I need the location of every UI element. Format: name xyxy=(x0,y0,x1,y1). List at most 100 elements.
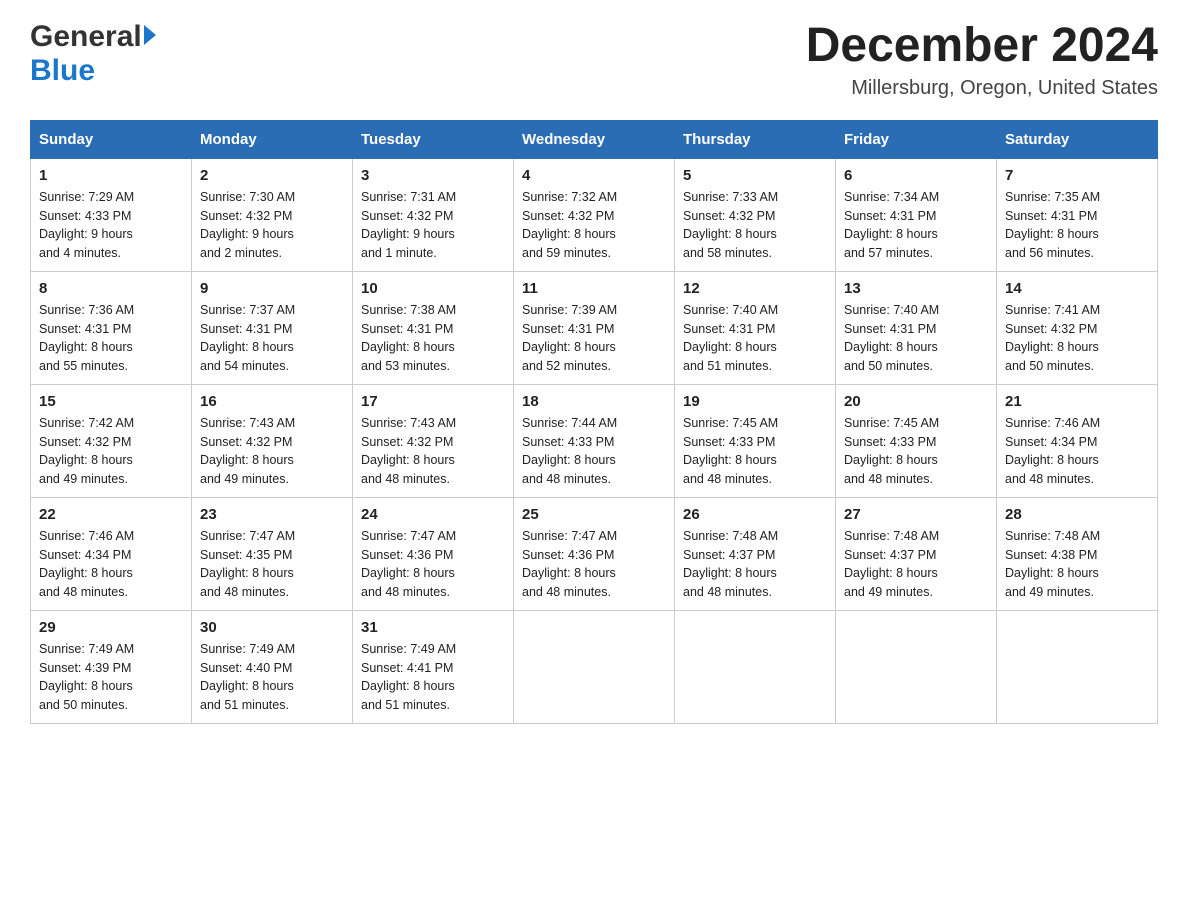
calendar-cell: 17 Sunrise: 7:43 AMSunset: 4:32 PMDaylig… xyxy=(353,384,514,497)
calendar-cell: 3 Sunrise: 7:31 AMSunset: 4:32 PMDayligh… xyxy=(353,158,514,271)
day-number: 29 xyxy=(39,619,183,636)
month-title: December 2024 xyxy=(806,20,1158,73)
day-info: Sunrise: 7:32 AMSunset: 4:32 PMDaylight:… xyxy=(522,188,666,263)
day-number: 21 xyxy=(1005,393,1149,410)
week-row-4: 22 Sunrise: 7:46 AMSunset: 4:34 PMDaylig… xyxy=(31,497,1158,610)
logo-blue: Blue xyxy=(30,54,95,87)
logo-arrow-icon xyxy=(144,25,156,45)
day-number: 24 xyxy=(361,506,505,523)
calendar-cell: 23 Sunrise: 7:47 AMSunset: 4:35 PMDaylig… xyxy=(192,497,353,610)
day-number: 23 xyxy=(200,506,344,523)
day-info: Sunrise: 7:40 AMSunset: 4:31 PMDaylight:… xyxy=(844,301,988,376)
day-number: 31 xyxy=(361,619,505,636)
day-info: Sunrise: 7:46 AMSunset: 4:34 PMDaylight:… xyxy=(1005,414,1149,489)
day-header-saturday: Saturday xyxy=(997,120,1158,158)
week-row-1: 1 Sunrise: 7:29 AMSunset: 4:33 PMDayligh… xyxy=(31,158,1158,271)
day-info: Sunrise: 7:29 AMSunset: 4:33 PMDaylight:… xyxy=(39,188,183,263)
day-number: 28 xyxy=(1005,506,1149,523)
day-info: Sunrise: 7:46 AMSunset: 4:34 PMDaylight:… xyxy=(39,527,183,602)
day-header-thursday: Thursday xyxy=(675,120,836,158)
day-info: Sunrise: 7:45 AMSunset: 4:33 PMDaylight:… xyxy=(683,414,827,489)
location: Millersburg, Oregon, United States xyxy=(806,77,1158,100)
day-header-monday: Monday xyxy=(192,120,353,158)
day-number: 27 xyxy=(844,506,988,523)
day-number: 17 xyxy=(361,393,505,410)
day-info: Sunrise: 7:35 AMSunset: 4:31 PMDaylight:… xyxy=(1005,188,1149,263)
day-header-tuesday: Tuesday xyxy=(353,120,514,158)
day-info: Sunrise: 7:49 AMSunset: 4:41 PMDaylight:… xyxy=(361,640,505,715)
calendar-cell: 15 Sunrise: 7:42 AMSunset: 4:32 PMDaylig… xyxy=(31,384,192,497)
day-number: 1 xyxy=(39,167,183,184)
day-info: Sunrise: 7:45 AMSunset: 4:33 PMDaylight:… xyxy=(844,414,988,489)
title-block: December 2024 Millersburg, Oregon, Unite… xyxy=(806,20,1158,100)
day-number: 30 xyxy=(200,619,344,636)
calendar-cell: 12 Sunrise: 7:40 AMSunset: 4:31 PMDaylig… xyxy=(675,271,836,384)
week-row-3: 15 Sunrise: 7:42 AMSunset: 4:32 PMDaylig… xyxy=(31,384,1158,497)
day-number: 16 xyxy=(200,393,344,410)
day-info: Sunrise: 7:39 AMSunset: 4:31 PMDaylight:… xyxy=(522,301,666,376)
day-info: Sunrise: 7:34 AMSunset: 4:31 PMDaylight:… xyxy=(844,188,988,263)
day-info: Sunrise: 7:48 AMSunset: 4:37 PMDaylight:… xyxy=(683,527,827,602)
calendar-cell xyxy=(836,610,997,723)
day-number: 22 xyxy=(39,506,183,523)
week-row-5: 29 Sunrise: 7:49 AMSunset: 4:39 PMDaylig… xyxy=(31,610,1158,723)
day-number: 26 xyxy=(683,506,827,523)
day-number: 14 xyxy=(1005,280,1149,297)
calendar-cell: 7 Sunrise: 7:35 AMSunset: 4:31 PMDayligh… xyxy=(997,158,1158,271)
calendar-cell: 26 Sunrise: 7:48 AMSunset: 4:37 PMDaylig… xyxy=(675,497,836,610)
day-number: 9 xyxy=(200,280,344,297)
day-info: Sunrise: 7:30 AMSunset: 4:32 PMDaylight:… xyxy=(200,188,344,263)
day-info: Sunrise: 7:47 AMSunset: 4:36 PMDaylight:… xyxy=(361,527,505,602)
calendar-cell: 27 Sunrise: 7:48 AMSunset: 4:37 PMDaylig… xyxy=(836,497,997,610)
calendar-cell: 18 Sunrise: 7:44 AMSunset: 4:33 PMDaylig… xyxy=(514,384,675,497)
calendar-cell: 31 Sunrise: 7:49 AMSunset: 4:41 PMDaylig… xyxy=(353,610,514,723)
day-number: 13 xyxy=(844,280,988,297)
calendar-cell xyxy=(675,610,836,723)
day-number: 7 xyxy=(1005,167,1149,184)
day-info: Sunrise: 7:42 AMSunset: 4:32 PMDaylight:… xyxy=(39,414,183,489)
calendar-cell: 13 Sunrise: 7:40 AMSunset: 4:31 PMDaylig… xyxy=(836,271,997,384)
calendar-cell: 19 Sunrise: 7:45 AMSunset: 4:33 PMDaylig… xyxy=(675,384,836,497)
day-info: Sunrise: 7:33 AMSunset: 4:32 PMDaylight:… xyxy=(683,188,827,263)
calendar-cell: 1 Sunrise: 7:29 AMSunset: 4:33 PMDayligh… xyxy=(31,158,192,271)
day-info: Sunrise: 7:48 AMSunset: 4:38 PMDaylight:… xyxy=(1005,527,1149,602)
day-number: 11 xyxy=(522,280,666,297)
day-info: Sunrise: 7:49 AMSunset: 4:39 PMDaylight:… xyxy=(39,640,183,715)
day-header-wednesday: Wednesday xyxy=(514,120,675,158)
calendar-cell: 10 Sunrise: 7:38 AMSunset: 4:31 PMDaylig… xyxy=(353,271,514,384)
calendar-cell: 4 Sunrise: 7:32 AMSunset: 4:32 PMDayligh… xyxy=(514,158,675,271)
day-number: 15 xyxy=(39,393,183,410)
calendar-cell: 8 Sunrise: 7:36 AMSunset: 4:31 PMDayligh… xyxy=(31,271,192,384)
calendar-cell xyxy=(997,610,1158,723)
day-info: Sunrise: 7:40 AMSunset: 4:31 PMDaylight:… xyxy=(683,301,827,376)
calendar-cell: 22 Sunrise: 7:46 AMSunset: 4:34 PMDaylig… xyxy=(31,497,192,610)
calendar-cell: 2 Sunrise: 7:30 AMSunset: 4:32 PMDayligh… xyxy=(192,158,353,271)
day-header-friday: Friday xyxy=(836,120,997,158)
day-info: Sunrise: 7:43 AMSunset: 4:32 PMDaylight:… xyxy=(361,414,505,489)
day-number: 6 xyxy=(844,167,988,184)
day-info: Sunrise: 7:48 AMSunset: 4:37 PMDaylight:… xyxy=(844,527,988,602)
calendar-cell: 6 Sunrise: 7:34 AMSunset: 4:31 PMDayligh… xyxy=(836,158,997,271)
calendar-cell: 14 Sunrise: 7:41 AMSunset: 4:32 PMDaylig… xyxy=(997,271,1158,384)
day-number: 4 xyxy=(522,167,666,184)
day-number: 8 xyxy=(39,280,183,297)
calendar-cell: 16 Sunrise: 7:43 AMSunset: 4:32 PMDaylig… xyxy=(192,384,353,497)
calendar-cell: 9 Sunrise: 7:37 AMSunset: 4:31 PMDayligh… xyxy=(192,271,353,384)
day-number: 20 xyxy=(844,393,988,410)
week-row-2: 8 Sunrise: 7:36 AMSunset: 4:31 PMDayligh… xyxy=(31,271,1158,384)
day-number: 25 xyxy=(522,506,666,523)
day-info: Sunrise: 7:43 AMSunset: 4:32 PMDaylight:… xyxy=(200,414,344,489)
day-info: Sunrise: 7:36 AMSunset: 4:31 PMDaylight:… xyxy=(39,301,183,376)
day-info: Sunrise: 7:47 AMSunset: 4:36 PMDaylight:… xyxy=(522,527,666,602)
day-info: Sunrise: 7:44 AMSunset: 4:33 PMDaylight:… xyxy=(522,414,666,489)
day-info: Sunrise: 7:38 AMSunset: 4:31 PMDaylight:… xyxy=(361,301,505,376)
calendar-cell: 28 Sunrise: 7:48 AMSunset: 4:38 PMDaylig… xyxy=(997,497,1158,610)
calendar-cell: 20 Sunrise: 7:45 AMSunset: 4:33 PMDaylig… xyxy=(836,384,997,497)
calendar-cell xyxy=(514,610,675,723)
day-number: 18 xyxy=(522,393,666,410)
calendar-header-row: SundayMondayTuesdayWednesdayThursdayFrid… xyxy=(31,120,1158,158)
day-header-sunday: Sunday xyxy=(31,120,192,158)
day-info: Sunrise: 7:47 AMSunset: 4:35 PMDaylight:… xyxy=(200,527,344,602)
page-header: General Blue December 2024 Millersburg, … xyxy=(30,20,1158,100)
calendar-cell: 5 Sunrise: 7:33 AMSunset: 4:32 PMDayligh… xyxy=(675,158,836,271)
